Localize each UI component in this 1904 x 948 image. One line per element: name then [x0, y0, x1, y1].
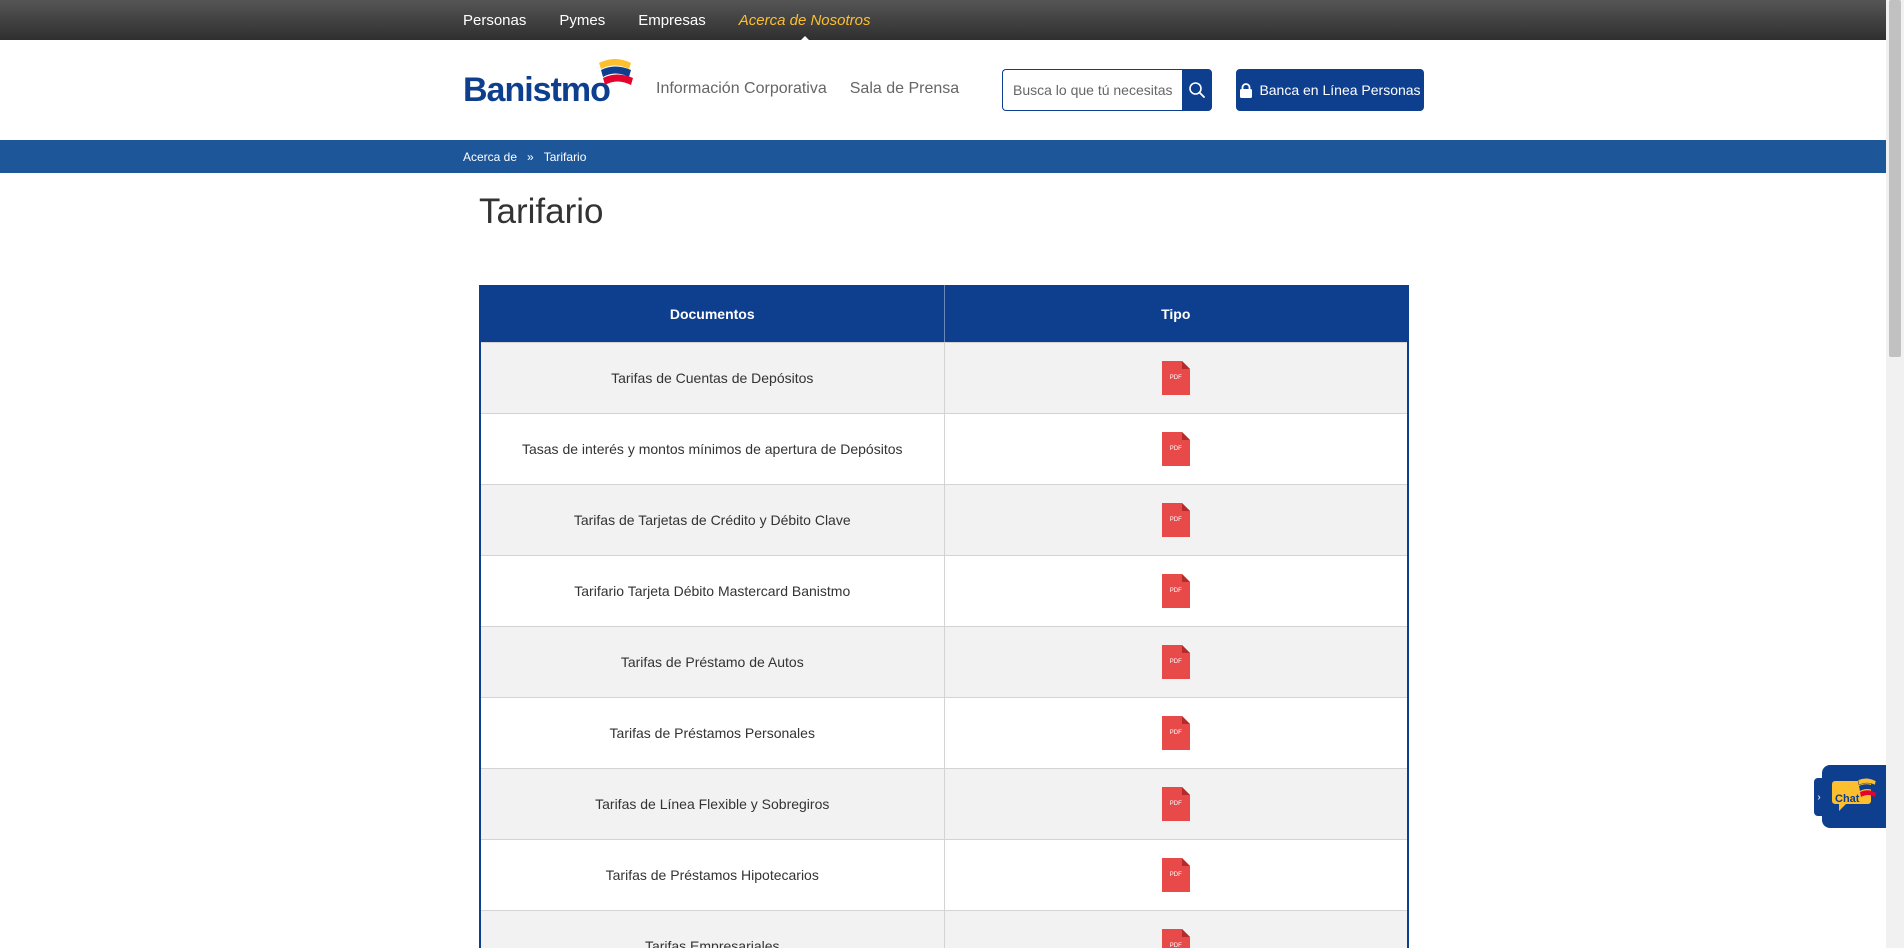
nav-acerca-de-nosotros[interactable]: Acerca de Nosotros [739, 12, 870, 42]
pdf-label: PDF [1169, 659, 1182, 665]
document-name: Tarifas de Línea Flexible y Sobregiros [481, 769, 945, 839]
pdf-download-icon[interactable]: PDF [1161, 858, 1190, 892]
chat-label: Chat [1835, 793, 1860, 805]
document-type: PDF [945, 627, 1408, 697]
header-tipo: Tipo [1161, 305, 1191, 322]
flag-stripes-icon [599, 59, 633, 85]
page-title: Tarifario [479, 192, 604, 231]
logo-text: Banistmo [463, 71, 611, 109]
chevron-right-icon: › [1817, 791, 1821, 803]
table-row: Tarifas de Tarjetas de Crédito y Débito … [481, 484, 1407, 555]
pdf-label: PDF [1169, 588, 1182, 594]
pdf-download-icon[interactable]: PDF [1161, 432, 1190, 466]
pdf-label: PDF [1169, 801, 1182, 807]
table-row: Tarifas Empresariales PDF [481, 910, 1407, 948]
nav-pymes[interactable]: Pymes [559, 12, 605, 29]
corporate-nav: Información Corporativa Sala de Prensa [656, 80, 982, 98]
document-type: PDF [945, 485, 1408, 555]
table-row: Tarifas de Línea Flexible y Sobregiros PD… [481, 768, 1407, 839]
document-name: Tarifas de Tarjetas de Crédito y Débito … [481, 485, 945, 555]
table-row: Tarifas de Cuentas de Depósitos PDF [481, 342, 1407, 413]
document-name: Tarifario Tarjeta Débito Mastercard Bani… [481, 556, 945, 626]
segment-nav: Personas Pymes Empresas Acerca de Nosotr… [463, 0, 903, 42]
document-type: PDF [945, 343, 1408, 413]
chat-widget-button[interactable]: Chat [1822, 765, 1886, 828]
breadcrumb-tarifario: Tarifario [543, 149, 587, 164]
pdf-download-icon[interactable]: PDF [1161, 929, 1190, 948]
breadcrumb-bar: Acerca de » Tarifario [0, 140, 1886, 173]
table-header: Documentos Tipo [481, 285, 1407, 342]
online-banking-label: Banca en Línea Personas [1259, 82, 1421, 98]
document-name: Tarifas de Cuentas de Depósitos [481, 343, 945, 413]
document-name: Tarifas de Préstamos Hipotecarios [481, 840, 945, 910]
document-type: PDF [945, 769, 1408, 839]
nav-personas[interactable]: Personas [463, 12, 526, 29]
online-banking-button[interactable]: Banca en Línea Personas [1236, 69, 1424, 111]
nav-sala-de-prensa[interactable]: Sala de Prensa [850, 80, 959, 98]
table-row: Tarifario Tarjeta Débito Mastercard Bani… [481, 555, 1407, 626]
pdf-download-icon[interactable]: PDF [1161, 787, 1190, 821]
lock-icon [1240, 82, 1253, 98]
document-type: PDF [945, 911, 1408, 948]
table-body: Tarifas de Cuentas de Depósitos PDF Tasas … [481, 342, 1407, 948]
search-icon [1189, 82, 1205, 98]
document-type: PDF [945, 840, 1408, 910]
pdf-download-icon[interactable]: PDF [1161, 574, 1190, 608]
breadcrumb: Acerca de » Tarifario [463, 140, 596, 173]
document-type: PDF [945, 698, 1408, 768]
search-button[interactable] [1182, 69, 1212, 111]
pdf-label: PDF [1169, 943, 1182, 948]
pdf-label: PDF [1169, 375, 1182, 381]
table-row: Tarifas de Préstamos Personales PDF [481, 697, 1407, 768]
document-name: Tarifas de Préstamo de Autos [481, 627, 945, 697]
table-row: Tasas de interés y montos mínimos de ape… [481, 413, 1407, 484]
document-name: Tasas de interés y montos mínimos de ape… [481, 414, 945, 484]
pdf-label: PDF [1169, 517, 1182, 523]
pdf-label: PDF [1169, 872, 1182, 878]
pdf-download-icon[interactable]: PDF [1161, 361, 1190, 395]
pdf-download-icon[interactable]: PDF [1161, 716, 1190, 750]
document-name: Tarifas Empresariales [481, 911, 945, 948]
site-header: Banistmo Información Corporativa Sala de… [0, 40, 1886, 140]
top-bar: Personas Pymes Empresas Acerca de Nosotr… [0, 0, 1886, 42]
breadcrumb-separator: » [527, 149, 534, 164]
tarifario-table: Documentos Tipo Tarifas de Cuentas de De… [479, 285, 1409, 948]
nav-informacion-corporativa[interactable]: Información Corporativa [656, 80, 827, 98]
pdf-download-icon[interactable]: PDF [1161, 645, 1190, 679]
scrollbar[interactable] [1886, 0, 1904, 948]
nav-empresas[interactable]: Empresas [638, 12, 706, 29]
pdf-download-icon[interactable]: PDF [1161, 503, 1190, 537]
document-name: Tarifas de Préstamos Personales [481, 698, 945, 768]
pdf-label: PDF [1169, 730, 1182, 736]
search-box [1002, 69, 1212, 111]
breadcrumb-acerca-de[interactable]: Acerca de [463, 150, 517, 164]
search-input[interactable] [1002, 69, 1182, 111]
document-type: PDF [945, 414, 1408, 484]
pdf-label: PDF [1169, 446, 1182, 452]
table-row: Tarifas de Préstamo de Autos PDF [481, 626, 1407, 697]
scrollbar-thumb[interactable] [1889, 0, 1901, 357]
document-type: PDF [945, 556, 1408, 626]
banistmo-logo[interactable]: Banistmo [463, 57, 635, 109]
table-row: Tarifas de Préstamos Hipotecarios PDF [481, 839, 1407, 910]
header-documentos: Documentos [481, 285, 945, 342]
